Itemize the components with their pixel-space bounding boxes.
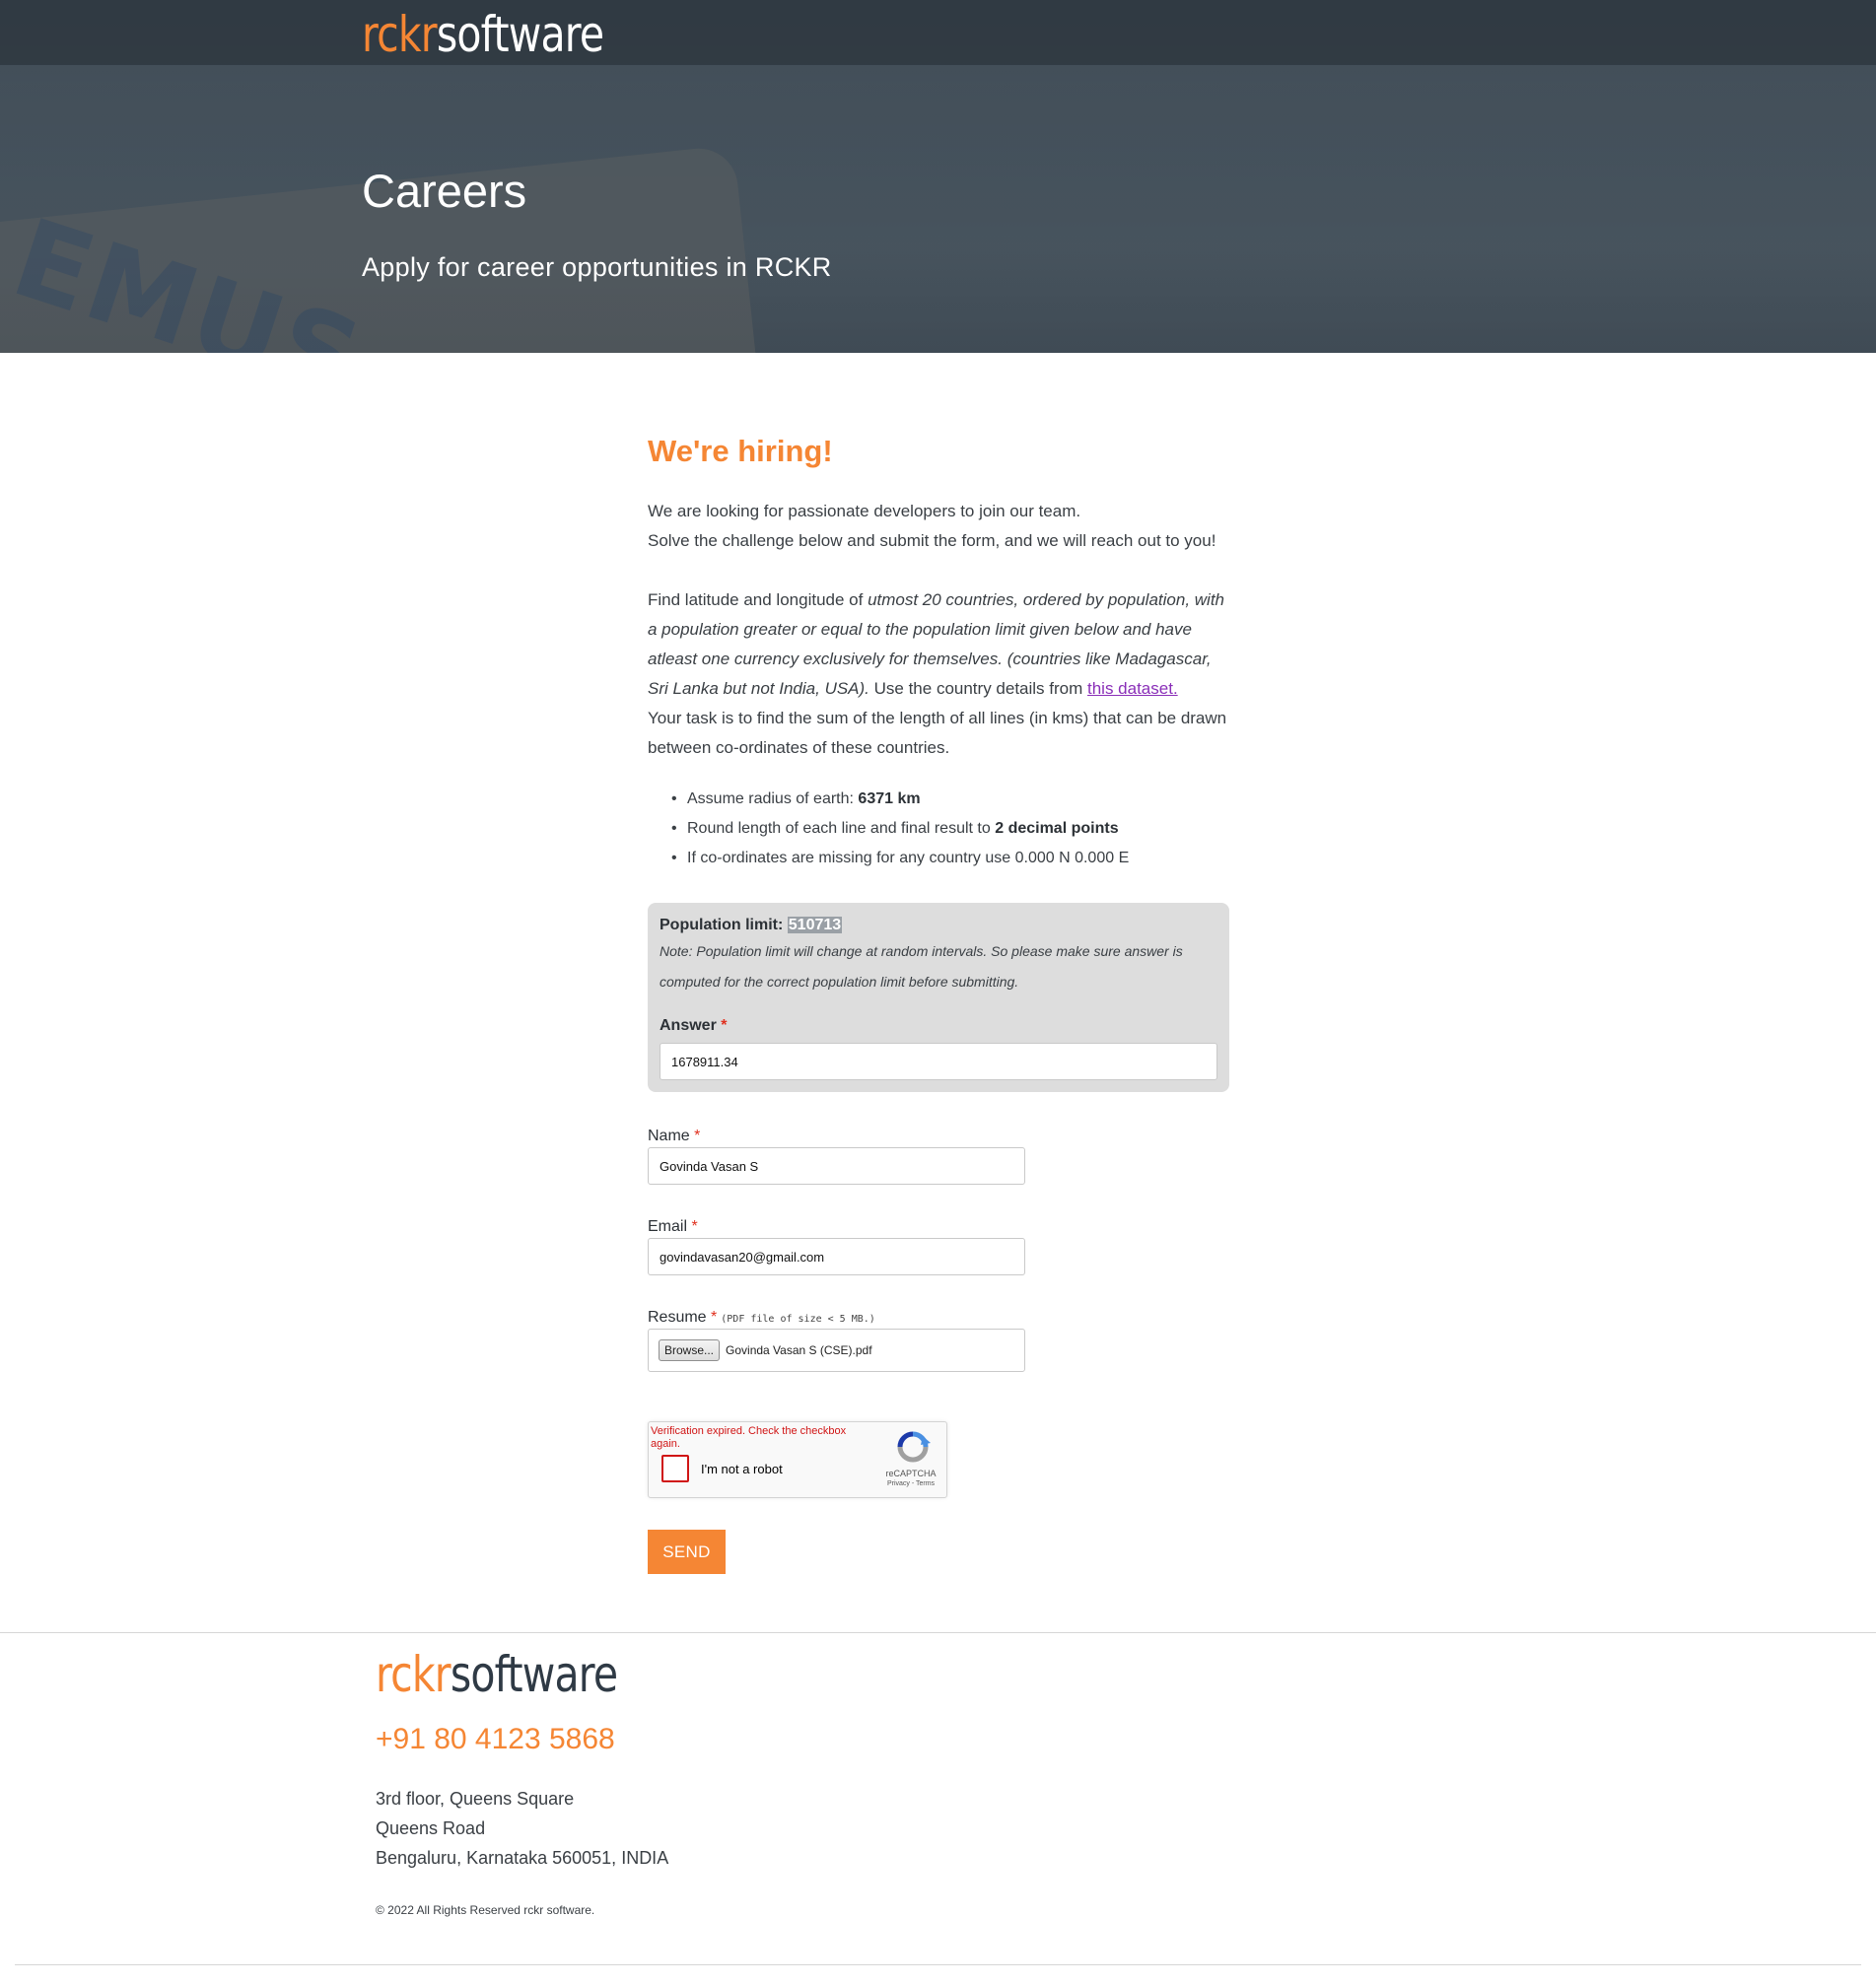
email-group: Email * xyxy=(648,1218,1229,1275)
resume-hint: (PDF file of size < 5 MB.) xyxy=(721,1314,875,1325)
dataset-link[interactable]: this dataset. xyxy=(1087,679,1178,698)
population-note: Note: Population limit will change at ra… xyxy=(660,943,1183,990)
page-subtitle: Apply for career opportunities in RCKR xyxy=(362,252,832,282)
browse-button[interactable]: Browse... xyxy=(659,1339,721,1361)
intro-line-1: We are looking for passionate developers… xyxy=(648,502,1081,520)
challenge-description: Find latitude and longitude of utmost 20… xyxy=(648,590,1224,698)
footer-address: 3rd floor, Queens Square Queens Road Ben… xyxy=(376,1784,668,1873)
name-label: Name * xyxy=(648,1128,701,1144)
captcha-privacy-terms[interactable]: Privacy - Terms xyxy=(879,1480,942,1487)
footer-logo[interactable]: rckrsoftware xyxy=(376,1646,618,1703)
top-navbar xyxy=(0,0,1876,65)
selected-file-name: Govinda Vasan S (CSE).pdf xyxy=(726,1343,872,1357)
recaptcha-logo-icon xyxy=(897,1431,931,1463)
name-group: Name * xyxy=(648,1128,1229,1185)
footer-copyright: © 2022 All Rights Reserved rckr software… xyxy=(376,1903,595,1917)
captcha-error: Verification expired. Check the checkbox… xyxy=(651,1425,847,1450)
population-limit-box: Population limit: 510713 Note: Populatio… xyxy=(648,903,1229,1092)
careers-content: We're hiring! We are looking for passion… xyxy=(648,434,1229,1574)
challenge-rules-list: Assume radius of earth: 6371 km Round le… xyxy=(671,785,1229,873)
challenge-task: Your task is to find the sum of the leng… xyxy=(648,709,1227,757)
rule-item: If co-ordinates are missing for any coun… xyxy=(671,844,1229,873)
captcha-brand: reCAPTCHA xyxy=(885,1469,937,1478)
resume-group: Resume * (PDF file of size < 5 MB.) Brows… xyxy=(648,1309,1229,1372)
name-input[interactable] xyxy=(648,1147,1025,1185)
address-line: Queens Road xyxy=(376,1818,486,1838)
population-limit-value: 510713 xyxy=(787,917,843,933)
page-title: Careers xyxy=(362,165,527,217)
hiring-heading: We're hiring! xyxy=(648,434,833,468)
answer-label: Answer * xyxy=(660,1017,728,1034)
address-line: Bengaluru, Karnataka 560051, INDIA xyxy=(376,1848,669,1868)
email-input[interactable] xyxy=(648,1238,1025,1275)
recaptcha-widget: Verification expired. Check the checkbox… xyxy=(648,1421,947,1498)
hero-banner: EMUS rckrsoftware Careers Apply for care… xyxy=(0,0,1876,353)
email-label: Email * xyxy=(648,1218,698,1235)
resume-file-input[interactable]: Browse... Govinda Vasan S (CSE).pdf xyxy=(648,1329,1025,1372)
intro-line-2: Solve the challenge below and submit the… xyxy=(648,531,1216,550)
captcha-checkbox[interactable] xyxy=(661,1455,689,1482)
footer-bottom-divider xyxy=(15,1964,1861,1965)
captcha-label: I'm not a robot xyxy=(701,1462,783,1476)
address-line: 3rd floor, Queens Square xyxy=(376,1789,575,1809)
rule-item: Round length of each line and final resu… xyxy=(671,814,1229,844)
rule-item: Assume radius of earth: 6371 km xyxy=(671,785,1229,814)
population-limit: Population limit: 510713 xyxy=(660,917,843,933)
send-button[interactable]: SEND xyxy=(648,1530,726,1574)
resume-label: Resume * (PDF file of size < 5 MB.) xyxy=(648,1309,875,1326)
header-logo[interactable]: rckrsoftware xyxy=(362,6,604,63)
footer-phone[interactable]: +91 80 4123 5868 xyxy=(376,1723,615,1756)
footer-divider xyxy=(0,1632,1876,1633)
answer-input[interactable] xyxy=(660,1043,1217,1080)
